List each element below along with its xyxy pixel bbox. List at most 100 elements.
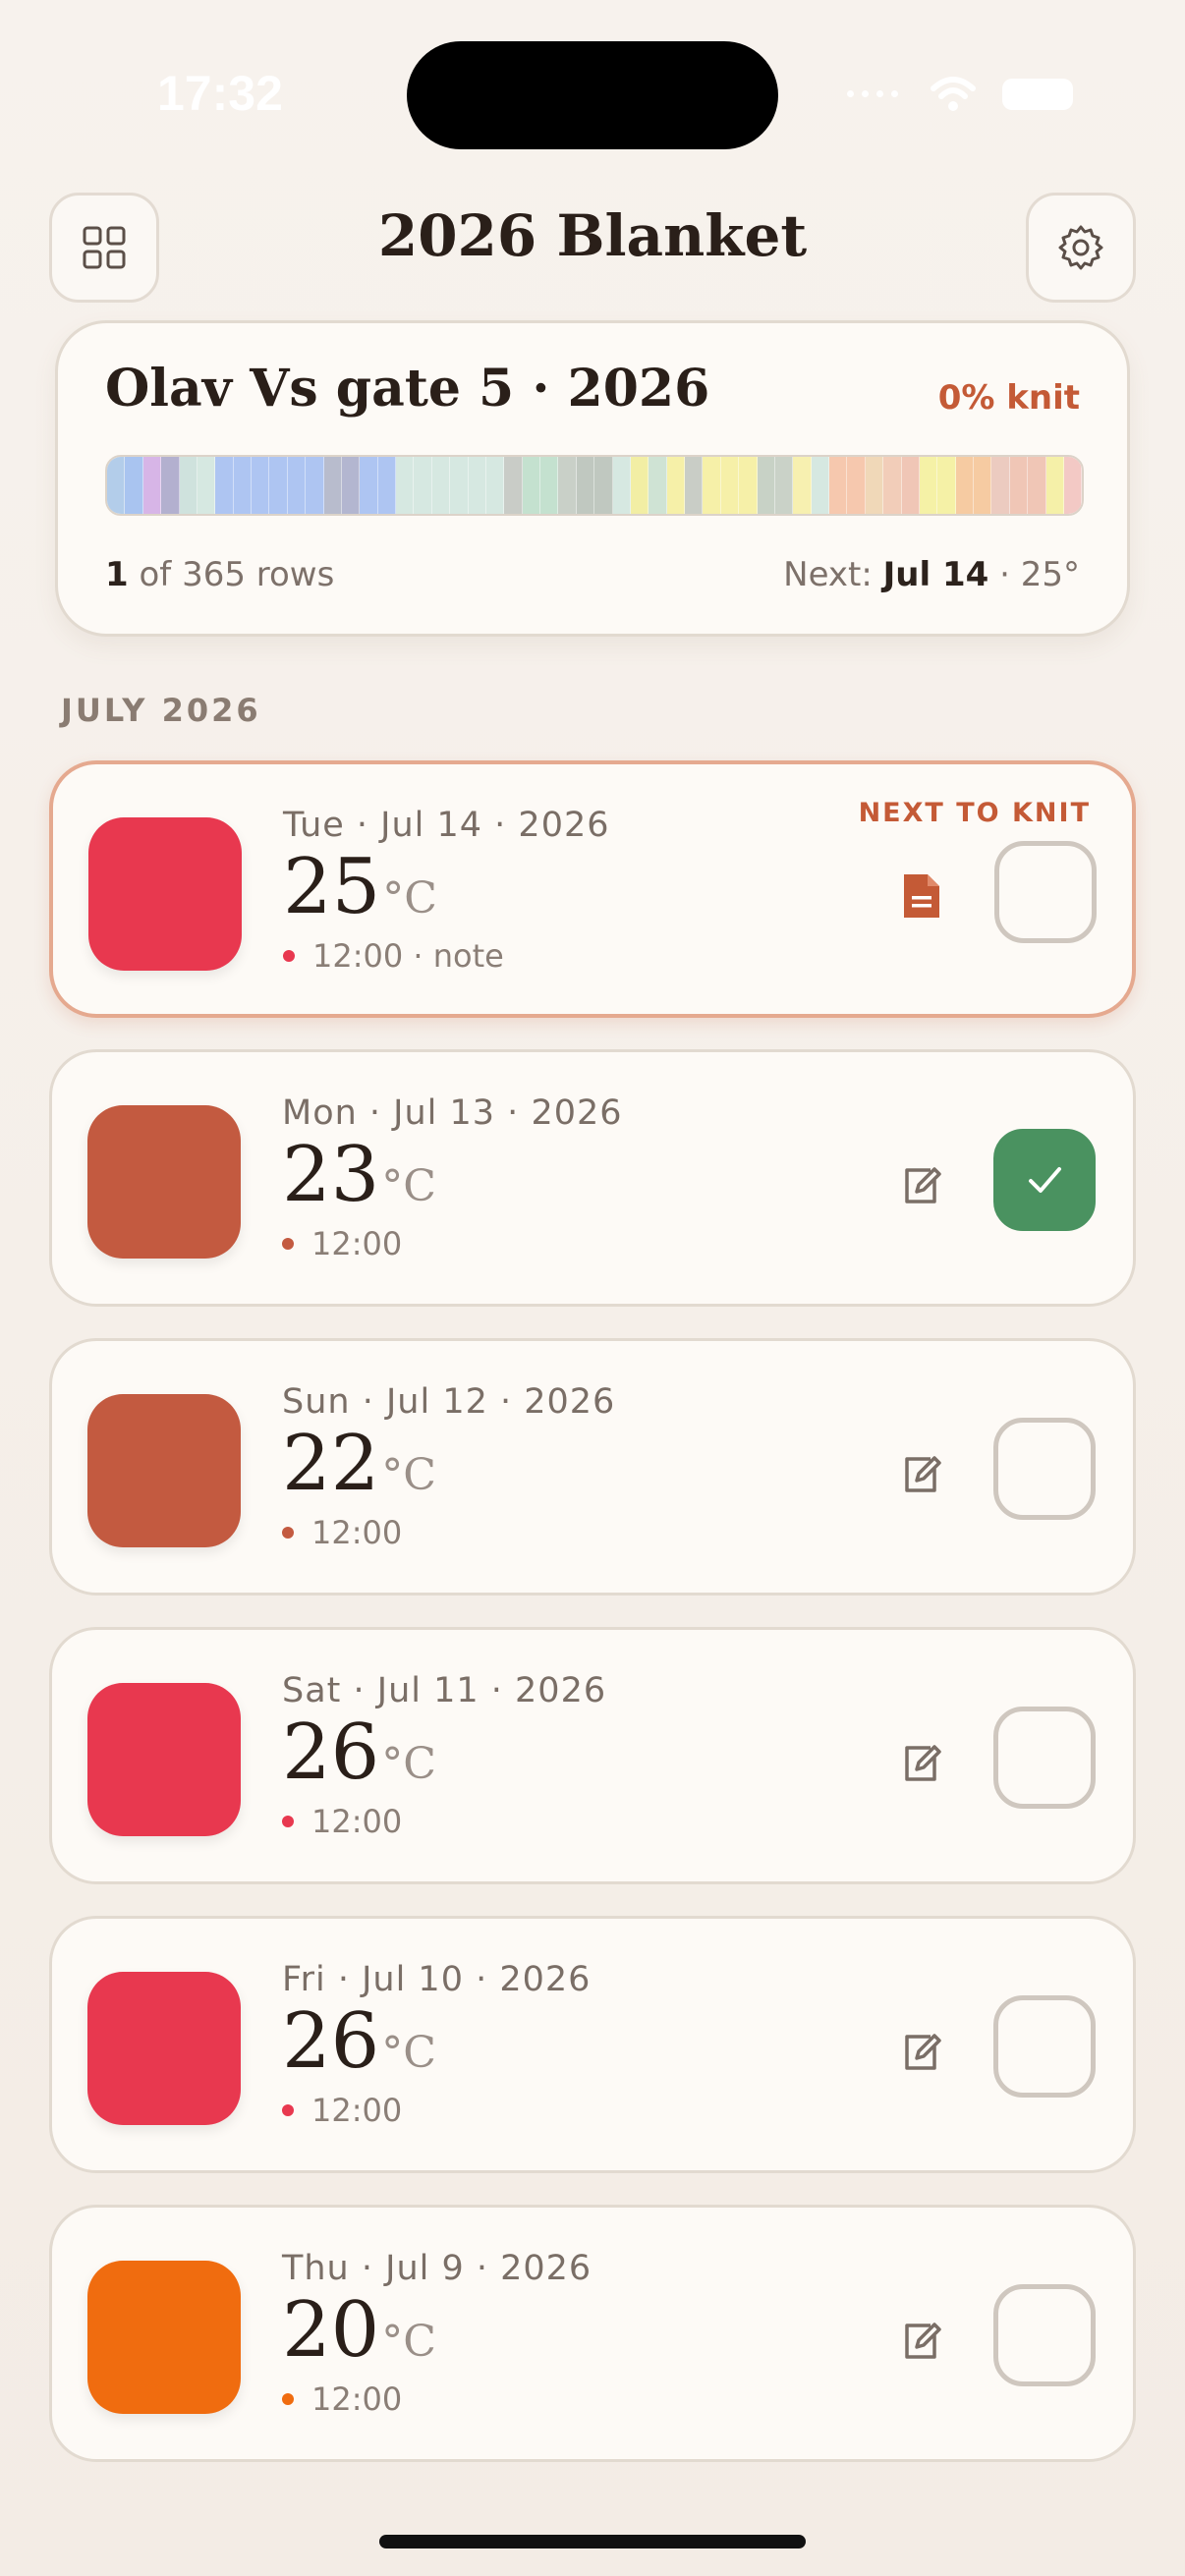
stripe-segment (1063, 457, 1082, 514)
knit-percent: 0% knit (937, 378, 1080, 418)
day-card[interactable]: Fri · Jul 10 · 2026 26°C 12:00 (49, 1916, 1136, 2173)
yarn-color-swatch[interactable] (87, 1394, 241, 1547)
day-card[interactable]: Sun · Jul 12 · 2026 22°C 12:00 (49, 1338, 1136, 1596)
day-temperature: 20°C (282, 2286, 436, 2375)
day-date: Thu · Jul 9 · 2026 (282, 2249, 592, 2288)
stripe-segment (396, 457, 415, 514)
stripe-segment (955, 457, 974, 514)
stripe-segment (287, 457, 307, 514)
knit-checkbox[interactable] (994, 841, 1097, 943)
day-meta: 12:00 (282, 2380, 402, 2418)
temp-unit: °C (381, 1450, 436, 1500)
edit-icon[interactable] (897, 1158, 944, 1209)
temp-value: 20 (282, 2286, 380, 2375)
stripe-segment (1028, 457, 1046, 514)
color-dot (282, 1527, 294, 1539)
day-card[interactable]: Thu · Jul 9 · 2026 20°C 12:00 (49, 2205, 1136, 2462)
day-meta: 12:00 (282, 1225, 402, 1262)
yarn-color-swatch[interactable] (87, 1683, 241, 1836)
stripe-segment (811, 457, 829, 514)
wifi-icon (931, 77, 976, 111)
battery-icon (1002, 79, 1073, 110)
stripe-segment (323, 457, 342, 514)
knit-checkbox[interactable] (993, 1129, 1096, 1231)
temp-unit: °C (381, 2317, 436, 2367)
next-date: Jul 14 (882, 555, 989, 594)
stripe-segment (991, 457, 1010, 514)
stripe-segment (883, 457, 902, 514)
stripe-segment (377, 457, 396, 514)
day-meta: 12:00 (282, 1803, 402, 1840)
temp-unit: °C (381, 1739, 436, 1789)
status-time: 17:32 (157, 66, 283, 121)
stripe-segment (720, 457, 740, 514)
stripe-segment (847, 457, 866, 514)
day-meta-text: 12:00 · note (312, 937, 504, 975)
blanket-stripe-preview (105, 455, 1084, 516)
stripe-segment (161, 457, 180, 514)
day-date: Mon · Jul 13 · 2026 (282, 1093, 623, 1133)
knit-checkbox[interactable] (993, 1418, 1096, 1520)
knit-checkbox[interactable] (993, 1995, 1096, 2098)
knit-checkbox[interactable] (993, 1707, 1096, 1809)
day-meta-text: 12:00 (311, 1514, 403, 1551)
knit-checkbox[interactable] (993, 2284, 1096, 2386)
edit-icon[interactable] (897, 1447, 944, 1498)
day-temperature: 26°C (282, 1997, 436, 2086)
color-dot (282, 2393, 294, 2405)
stripe-segment (125, 457, 143, 514)
temp-value: 26 (282, 1708, 380, 1797)
stripe-segment (360, 457, 378, 514)
stripe-segment (793, 457, 812, 514)
day-date: Fri · Jul 10 · 2026 (282, 1960, 592, 1999)
yarn-color-swatch[interactable] (87, 2261, 241, 2414)
stripe-segment (829, 457, 848, 514)
temp-unit: °C (382, 873, 437, 924)
edit-icon[interactable] (897, 2025, 944, 2076)
note-icon[interactable] (898, 870, 945, 922)
stripe-segment (215, 457, 234, 514)
day-temperature: 22°C (282, 1420, 436, 1508)
stripe-segment (576, 457, 595, 514)
stripe-segment (233, 457, 252, 514)
blanket-summary-card[interactable]: Olav Vs gate 5 · 2026 0% knit 1 of 365 r… (55, 320, 1130, 637)
edit-icon[interactable] (897, 2314, 944, 2365)
day-date: Sun · Jul 12 · 2026 (282, 1382, 616, 1422)
color-dot (282, 2104, 294, 2116)
gear-icon (1058, 225, 1103, 270)
stripe-segment (431, 457, 451, 514)
stripe-segment (901, 457, 920, 514)
stripe-segment (757, 457, 775, 514)
yarn-color-swatch[interactable] (87, 1972, 241, 2125)
edit-icon[interactable] (897, 1736, 944, 1787)
yarn-color-swatch[interactable] (88, 817, 242, 971)
day-temperature: 25°C (283, 843, 437, 931)
day-meta-text: 12:00 (311, 2380, 403, 2418)
temp-value: 23 (282, 1131, 380, 1219)
temp-unit: °C (381, 1161, 436, 1211)
dynamic-island (407, 41, 778, 149)
day-card[interactable]: Sat · Jul 11 · 2026 26°C 12:00 (49, 1627, 1136, 1884)
next-temp: · 25° (999, 555, 1080, 594)
yarn-color-swatch[interactable] (87, 1105, 241, 1259)
stripe-segment (540, 457, 559, 514)
stripe-segment (1009, 457, 1029, 514)
temp-value: 22 (282, 1420, 380, 1508)
day-card[interactable]: Tue · Jul 14 · 2026 25°C 12:00 · note NE… (49, 760, 1136, 1018)
stripe-segment (685, 457, 704, 514)
rows-progress: 1 of 365 rows (105, 555, 334, 594)
day-date: Tue · Jul 14 · 2026 (283, 806, 610, 845)
status-bar: 17:32 (0, 0, 1185, 187)
day-card[interactable]: Mon · Jul 13 · 2026 23°C 12:00 (49, 1049, 1136, 1307)
page-title: 2026 Blanket (377, 202, 808, 269)
settings-button[interactable] (1026, 193, 1136, 303)
day-meta: 12:00 (282, 2092, 402, 2129)
day-meta: 12:00 (282, 1514, 402, 1551)
stripe-segment (774, 457, 794, 514)
stripe-segment (306, 457, 324, 514)
day-date: Sat · Jul 11 · 2026 (282, 1671, 607, 1710)
stripe-segment (468, 457, 486, 514)
stripe-segment (252, 457, 270, 514)
day-meta: 12:00 · note (283, 937, 504, 975)
stripe-segment (919, 457, 938, 514)
